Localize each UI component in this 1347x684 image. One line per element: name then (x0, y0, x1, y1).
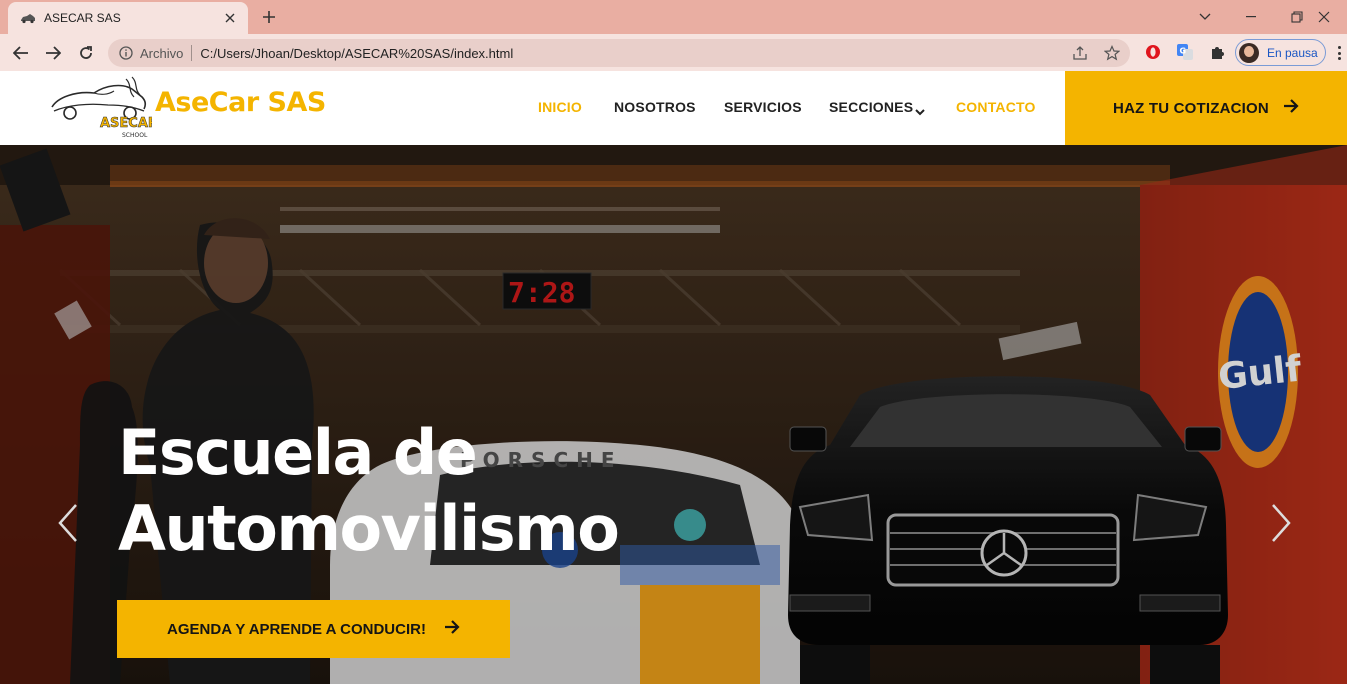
browser-menu-icon[interactable] (1333, 44, 1345, 62)
profile-button[interactable]: En pausa (1235, 39, 1326, 66)
schedule-class-label: AGENDA Y APRENDE A CONDUCIR! (167, 620, 426, 638)
browser-toolbar: Archivo C:/Users/Jhoan/Desktop/ASECAR%20… (0, 34, 1347, 71)
car-favicon-icon (20, 10, 36, 26)
opera-extension-icon[interactable] (1144, 43, 1162, 61)
close-window-icon[interactable] (1301, 0, 1347, 34)
forward-icon[interactable] (40, 40, 66, 66)
hero-title-line2: Automovilismo (118, 492, 620, 565)
asecar-logo[interactable]: ASECAR SCHOOL (48, 75, 158, 141)
arrow-right-icon (444, 619, 460, 639)
scheme-label: Archivo (140, 45, 184, 61)
profile-status: En pausa (1267, 45, 1318, 60)
back-icon[interactable] (8, 40, 34, 66)
url-text[interactable]: C:/Users/Jhoan/Desktop/ASECAR%20SAS/inde… (200, 46, 1130, 61)
nav-contacto[interactable]: CONTACTO (956, 99, 1036, 115)
carousel-prev-icon[interactable] (53, 500, 83, 546)
svg-text:G: G (1180, 47, 1187, 56)
translate-extension-icon[interactable]: G (1176, 43, 1194, 61)
hero-carousel: 7:28 Gulf PORSCHE Escuela de Automovilis… (0, 145, 1347, 684)
nav-nosotros[interactable]: NOSOTROS (614, 99, 696, 115)
close-tab-icon[interactable] (222, 10, 238, 26)
chevron-down-icon[interactable] (914, 103, 926, 116)
carousel-next-icon[interactable] (1266, 500, 1296, 546)
minimize-icon[interactable] (1228, 0, 1274, 34)
nav-inicio[interactable]: INICIO (538, 99, 582, 115)
tab-search-icon[interactable] (1182, 0, 1228, 34)
extensions-puzzle-icon[interactable] (1208, 43, 1226, 61)
tab-title: ASECAR SAS (44, 11, 121, 25)
address-bar[interactable]: Archivo C:/Users/Jhoan/Desktop/ASECAR%20… (108, 39, 1130, 67)
nav-servicios[interactable]: SERVICIOS (724, 99, 802, 115)
brand-name[interactable]: AseCar SAS (155, 87, 326, 118)
browser-tab[interactable]: ASECAR SAS (8, 2, 248, 34)
avatar (1239, 42, 1259, 63)
hero-title-line1: Escuela de (118, 416, 478, 489)
omnibox-divider (191, 45, 193, 61)
arrow-right-icon (1283, 98, 1299, 118)
hero-title: Escuela de Automovilismo (118, 415, 620, 567)
nav-secciones[interactable]: SECCIONES (829, 99, 913, 115)
quote-button[interactable]: HAZ TU COTIZACION (1065, 71, 1347, 145)
share-icon[interactable] (1072, 45, 1088, 61)
new-tab-icon[interactable] (258, 6, 280, 28)
info-icon[interactable] (118, 45, 134, 61)
logo-subtext: SCHOOL (122, 132, 148, 139)
quote-button-label: HAZ TU COTIZACION (1113, 99, 1269, 117)
site-navbar: ASECAR SCHOOL AseCar SAS INICIO NOSOTROS… (0, 71, 1347, 145)
schedule-class-button[interactable]: AGENDA Y APRENDE A CONDUCIR! (117, 600, 510, 658)
browser-tabstrip: ASECAR SAS (0, 0, 1347, 34)
logo-wordmark: ASECAR (100, 116, 152, 131)
reload-icon[interactable] (73, 40, 99, 66)
bookmark-star-icon[interactable] (1104, 45, 1120, 61)
